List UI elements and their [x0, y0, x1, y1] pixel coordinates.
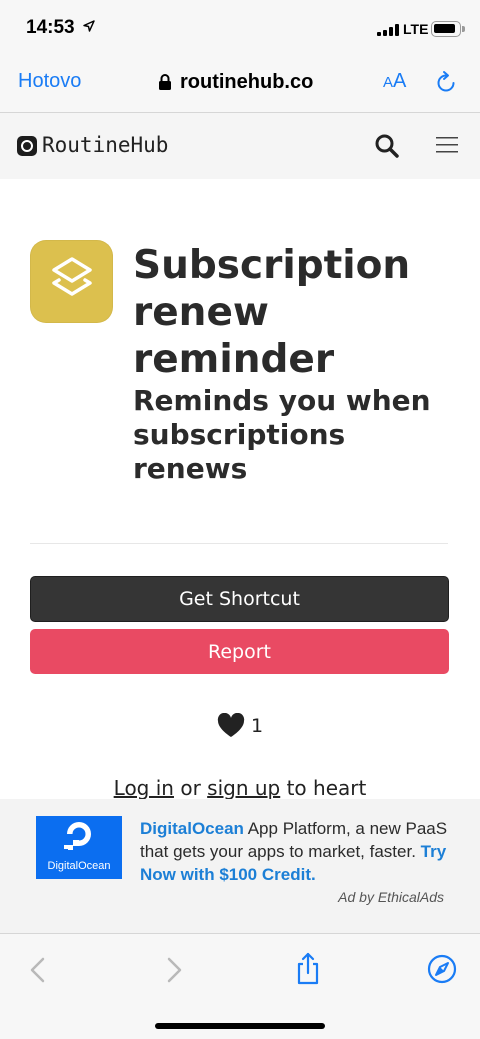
forward-icon[interactable] [164, 956, 184, 984]
report-button[interactable]: Report [30, 629, 449, 674]
digitalocean-logo[interactable]: DigitalOcean [36, 816, 122, 879]
reload-icon[interactable] [433, 70, 459, 96]
digitalocean-logo-icon [64, 822, 91, 850]
site-header: RoutineHub [0, 113, 480, 179]
ad-logo-text: DigitalOcean [47, 860, 111, 872]
browser-toolbar [0, 933, 480, 1039]
address-bar[interactable]: routinehub.co [158, 70, 313, 94]
site-logo-text[interactable]: RoutineHub [42, 133, 168, 157]
done-button[interactable]: Hotovo [18, 70, 81, 93]
status-bar: 14:53 LTE [0, 0, 480, 58]
signup-link[interactable]: sign up [207, 776, 280, 800]
ad-credit[interactable]: Ad by EthicalAds [338, 889, 444, 905]
shortcut-app-icon [30, 240, 113, 323]
share-icon[interactable] [294, 952, 322, 986]
divider [30, 543, 448, 544]
status-time: 14:53 [26, 17, 75, 38]
login-suffix-text: to heart [286, 776, 367, 800]
location-arrow-icon [83, 20, 95, 32]
shortcut-subtitle: Reminds you when subscriptions renews [133, 384, 431, 485]
text-size-button[interactable]: AA [383, 70, 406, 93]
search-icon[interactable] [374, 133, 400, 159]
get-shortcut-button[interactable]: Get Shortcut [30, 576, 449, 622]
hamburger-menu-icon[interactable] [436, 135, 458, 155]
back-icon[interactable] [28, 956, 48, 984]
network-label: LTE [403, 21, 429, 37]
login-link[interactable]: Log in [114, 776, 174, 800]
shortcuts-layers-icon [52, 257, 92, 296]
battery-icon [431, 21, 465, 37]
routinehub-logo-icon[interactable] [16, 135, 38, 157]
ad-banner[interactable]: DigitalOcean DigitalOcean App Platform, … [0, 799, 480, 933]
url-text: routinehub.co [180, 70, 314, 93]
heart-counter: 1 [217, 713, 263, 738]
lock-icon [159, 74, 171, 90]
browser-bar: Hotovo routinehub.co AA [0, 58, 480, 113]
heart-count: 1 [251, 714, 264, 737]
compass-icon[interactable] [427, 954, 457, 984]
ad-brand[interactable]: DigitalOcean [140, 819, 244, 838]
login-prompt: Log in or sign up to heart [0, 776, 480, 800]
ad-text[interactable]: DigitalOcean App Platform, a new PaaS th… [140, 817, 450, 886]
shortcut-title: Subscription renew reminder [133, 243, 411, 382]
signal-icon [377, 24, 399, 36]
login-or-text: or [180, 776, 201, 800]
home-indicator[interactable] [155, 1023, 325, 1029]
heart-icon[interactable] [217, 713, 245, 738]
